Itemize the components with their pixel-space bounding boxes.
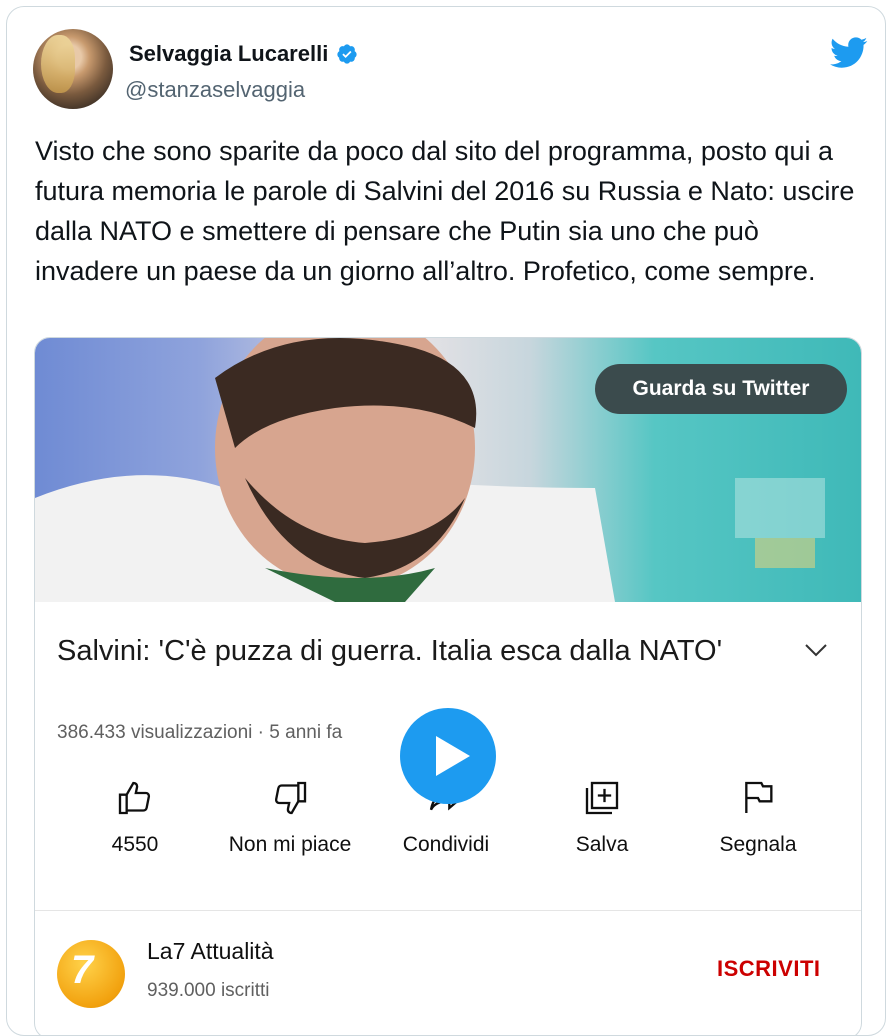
play-icon	[436, 736, 470, 776]
save-button[interactable]: Salva	[537, 778, 667, 858]
share-label: Condividi	[402, 833, 490, 856]
report-button[interactable]: Segnala	[693, 778, 823, 858]
author-handle[interactable]: @stanzaselvaggia	[125, 77, 305, 103]
author-avatar[interactable]	[33, 29, 113, 109]
youtube-embed-card[interactable]: Guarda su Twitter Salvini: 'C'è puzza di…	[34, 337, 862, 1035]
add-to-playlist-icon	[585, 781, 619, 815]
thumbs-down-icon	[274, 781, 307, 815]
play-button[interactable]	[400, 708, 496, 804]
author-name-row: Selvaggia Lucarelli	[129, 41, 358, 67]
thumbs-up-icon	[118, 781, 151, 815]
save-label: Salva	[575, 833, 629, 856]
flag-icon	[745, 781, 773, 813]
report-label: Segnala	[719, 833, 797, 856]
video-views: 386.433 visualizzazioni · 5 anni fa	[57, 722, 343, 743]
twitter-logo-icon[interactable]	[830, 37, 868, 69]
chevron-down-icon[interactable]	[803, 640, 829, 660]
tweet-text: Visto che sono sparite da poco dal sito …	[35, 136, 855, 286]
dislike-label: Non mi piace	[228, 833, 352, 856]
video-title[interactable]: Salvini: 'C'è puzza di guerra. Italia es…	[57, 630, 757, 672]
author-name[interactable]: Selvaggia Lucarelli	[129, 41, 328, 67]
channel-name[interactable]: La7 Attualità	[147, 938, 274, 965]
dislike-button[interactable]: Non mi piace	[225, 778, 355, 858]
subscribe-button[interactable]: ISCRIVITI	[717, 956, 821, 982]
divider	[35, 910, 861, 911]
verified-badge-icon	[337, 44, 357, 64]
tweet-card: Selvaggia Lucarelli @stanzaselvaggia Vis…	[6, 6, 886, 1036]
video-thumbnail[interactable]: Guarda su Twitter	[35, 338, 861, 602]
channel-logo[interactable]: 7	[57, 940, 125, 1008]
like-button[interactable]: 4550	[70, 778, 200, 858]
like-count: 4550	[111, 833, 159, 856]
watch-on-twitter-button[interactable]: Guarda su Twitter	[595, 364, 847, 414]
channel-subscribers: 939.000 iscritti	[147, 980, 270, 1001]
